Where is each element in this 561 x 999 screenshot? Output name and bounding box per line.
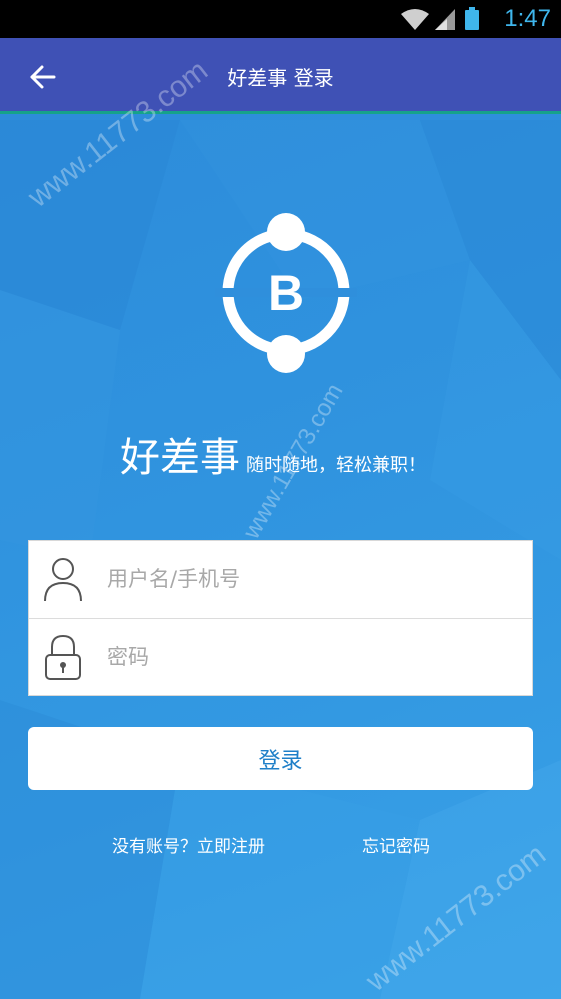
app-logo: B [215, 213, 357, 373]
brand-row: 好差事 随时随地，轻松兼职！ [120, 425, 426, 483]
brand-name: 好差事 [120, 435, 240, 481]
user-icon [44, 558, 82, 602]
logo-letter: B [268, 265, 304, 321]
username-row [29, 541, 532, 618]
status-time: 1:47 [504, 5, 551, 32]
brand-slogan: 随时随地，轻松兼职！ [246, 455, 426, 476]
lock-icon [45, 634, 81, 680]
username-input[interactable] [107, 559, 517, 599]
background [0, 0, 561, 999]
battery-icon [465, 7, 479, 30]
status-bar: 1:47 [0, 0, 561, 38]
page-title: 好差事 登录 [227, 66, 334, 90]
signal-icon [435, 9, 455, 30]
login-form [28, 540, 533, 696]
password-input[interactable] [107, 637, 517, 677]
app-bar: 好差事 登录 [0, 38, 561, 114]
forgot-password-link[interactable]: 忘记密码 [362, 832, 430, 857]
password-row [29, 618, 532, 696]
wifi-icon [401, 9, 429, 30]
login-button[interactable]: 登录 [28, 727, 533, 790]
register-link[interactable]: 没有账号？立即注册 [112, 832, 265, 857]
background-polygons [0, 120, 561, 999]
status-icons [401, 7, 479, 30]
